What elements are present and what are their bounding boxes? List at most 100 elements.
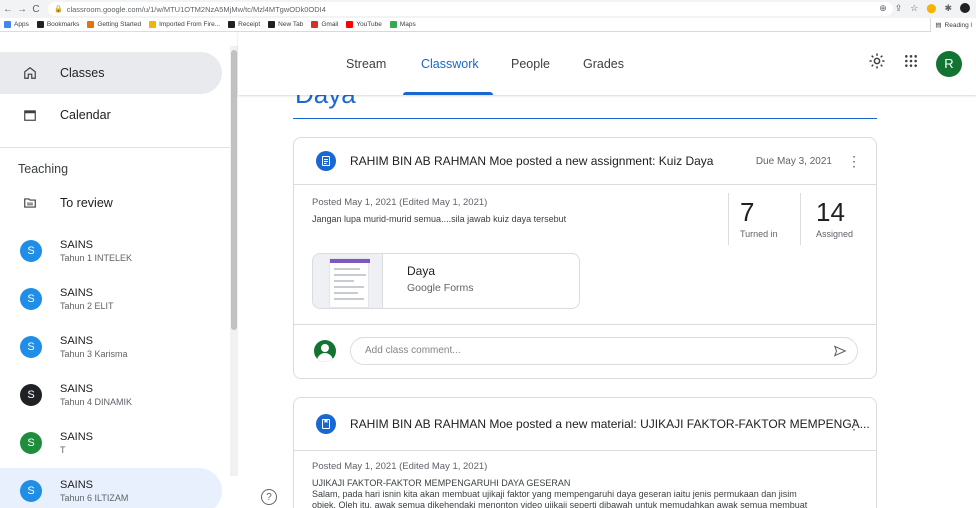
topic-title: Daya [295,95,356,110]
sidebar-item-class[interactable]: S SAINS Tahun 3 Karisma [0,324,230,370]
share-icon[interactable]: ⇪ [895,3,903,14]
more-vert-icon[interactable]: ⋮ [847,416,861,433]
tab-grades[interactable]: Grades [583,32,624,95]
comment-placeholder: Add class comment... [365,345,461,356]
class-avatar: S [20,432,42,454]
reading-list-button[interactable]: ▤ Reading l [930,18,976,32]
sidebar-divider [0,147,230,148]
bookmark-item[interactable]: Bookmarks [36,21,80,28]
sidebar-item-class[interactable]: S SAINS Tahun 6 ILTIZAM [0,468,222,508]
bookmark-item[interactable]: New Tab [268,21,303,28]
commenter-avatar [314,339,336,362]
home-icon [0,66,60,80]
class-avatar: S [20,480,42,502]
active-tab-indicator [403,92,493,95]
tab-label: People [511,56,550,71]
material-line: UJIKAJI FAKTOR-FAKTOR MEMPENGARUHI DAYA … [312,478,571,488]
sidebar-item-class[interactable]: S SAINS Tahun 1 INTELEK [0,228,230,274]
extension-icon[interactable]: ⬤ [926,3,936,14]
lock-icon: 🔒 [54,6,63,13]
url-input[interactable]: 🔒 classroom.google.com/u/1/w/MTU1OTM2NzA… [48,2,893,16]
url-text: classroom.google.com/u/1/w/MTU1OTM2NzA5M… [66,4,326,14]
bookmark-item[interactable]: Receipt [228,21,260,28]
forward-arrow-icon[interactable]: → [16,4,28,15]
bookmark-label: Getting Started [97,21,142,28]
bookmark-star-icon[interactable]: ☆ [910,3,918,14]
sidebar: Classes Calendar Teaching To review S SAI… [0,32,238,508]
form-thumbnail [313,254,383,308]
reading-list-label: Reading l [944,21,972,29]
class-section: Tahun 6 ILTIZAM [60,492,129,503]
sidebar-item-to-review[interactable]: To review [0,182,230,224]
reload-icon[interactable]: C [30,4,42,15]
sidebar-item-label: To review [60,196,113,210]
form-attachment[interactable]: Daya Google Forms [312,253,580,309]
tab-classwork[interactable]: Classwork [421,32,479,95]
bookmark-label: Bookmarks [46,21,80,28]
send-icon[interactable] [833,344,847,361]
class-name: SAINS [60,334,94,347]
globe-icon [228,21,236,28]
sidebar-item-classes[interactable]: Classes [0,52,222,94]
maps-pin-icon [389,21,397,28]
folder-icon [0,196,60,210]
bookmark-label: Receipt [238,21,261,28]
sidebar-item-label: Classes [60,66,105,80]
classwork-main: Daya RAHIM BIN AB RAHMAN Moe posted a ne… [238,95,976,508]
sidebar-item-class[interactable]: S SAINS Tahun 4 DINAMIK [0,372,230,418]
assignment-title: RAHIM BIN AB RAHMAN Moe posted a new ass… [350,154,714,168]
settings-gear-icon[interactable] [868,52,886,75]
tab-people[interactable]: People [511,32,550,95]
firefox-icon [87,21,95,28]
tab-stream[interactable]: Stream [346,32,386,95]
class-section: Tahun 3 Karisma [60,348,128,359]
assigned-label: Assigned [816,229,854,239]
bookmarks-bar: Apps Bookmarks Getting Started Imported Fro… [0,18,976,32]
sidebar-item-calendar[interactable]: Calendar [0,94,230,136]
user-avatar[interactable]: R [936,50,962,77]
bookmark-item[interactable]: Getting Started [87,21,141,28]
class-top-nav: Stream Classwork People Grades R [238,32,976,95]
class-comment-input[interactable]: Add class comment... [350,336,858,365]
material-title: RAHIM BIN AB RAHMAN Moe posted a new mat… [350,417,870,431]
tab-label: Grades [583,56,624,71]
class-section: T [60,444,66,455]
class-name: SAINS [60,238,94,251]
sidebar-item-class[interactable]: S SAINS Tahun 2 ELIT [0,276,230,322]
sidebar-item-class[interactable]: S SAINS T [0,420,230,466]
material-card[interactable]: RAHIM BIN AB RAHMAN Moe posted a new mat… [293,397,877,508]
help-icon[interactable]: ? [261,489,277,505]
apps-grid-icon [4,21,11,28]
assigned-stat[interactable]: 14 Assigned [816,197,876,257]
class-name: SAINS [60,286,94,299]
bookmark-item[interactable]: Maps [389,21,416,28]
turned-in-stat[interactable]: 7 Turned in [740,197,814,257]
assignment-card[interactable]: RAHIM BIN AB RAHMAN Moe posted a new ass… [293,137,877,379]
attachment-title: Daya [407,264,436,278]
folder-icon [149,21,157,28]
attachment-type: Google Forms [407,282,474,294]
bookmark-item[interactable]: Gmail [311,21,338,28]
stat-divider [728,193,729,245]
reading-list-icon: ▤ [935,22,942,29]
more-vert-icon[interactable]: ⋮ [847,153,861,170]
star-icon [36,21,44,28]
class-name: SAINS [60,382,94,395]
tab-label: Classwork [421,56,479,71]
profile-icon[interactable] [960,3,970,13]
bookmark-item[interactable]: Apps [4,21,29,28]
posted-date: Posted May 1, 2021 (Edited May 1, 2021) [312,461,488,472]
back-arrow-icon[interactable]: ← [2,4,14,15]
bookmark-item[interactable]: YouTube [346,21,382,28]
topic-divider [293,118,877,119]
bookmark-label: New Tab [278,21,304,28]
apps-grid-icon[interactable] [904,54,918,73]
class-section: Tahun 1 INTELEK [60,252,133,263]
turned-in-label: Turned in [740,229,778,239]
due-date: Due May 3, 2021 [755,155,832,167]
sidebar-scrollbar-thumb[interactable] [231,50,237,330]
zoom-icon[interactable]: ⊕ [879,3,887,14]
bookmark-item[interactable]: Imported From Fire... [149,21,220,28]
puzzle-icon[interactable]: ✱ [944,3,952,14]
material-line: Salam, pada hari isnin kita akan membuat… [312,489,797,499]
